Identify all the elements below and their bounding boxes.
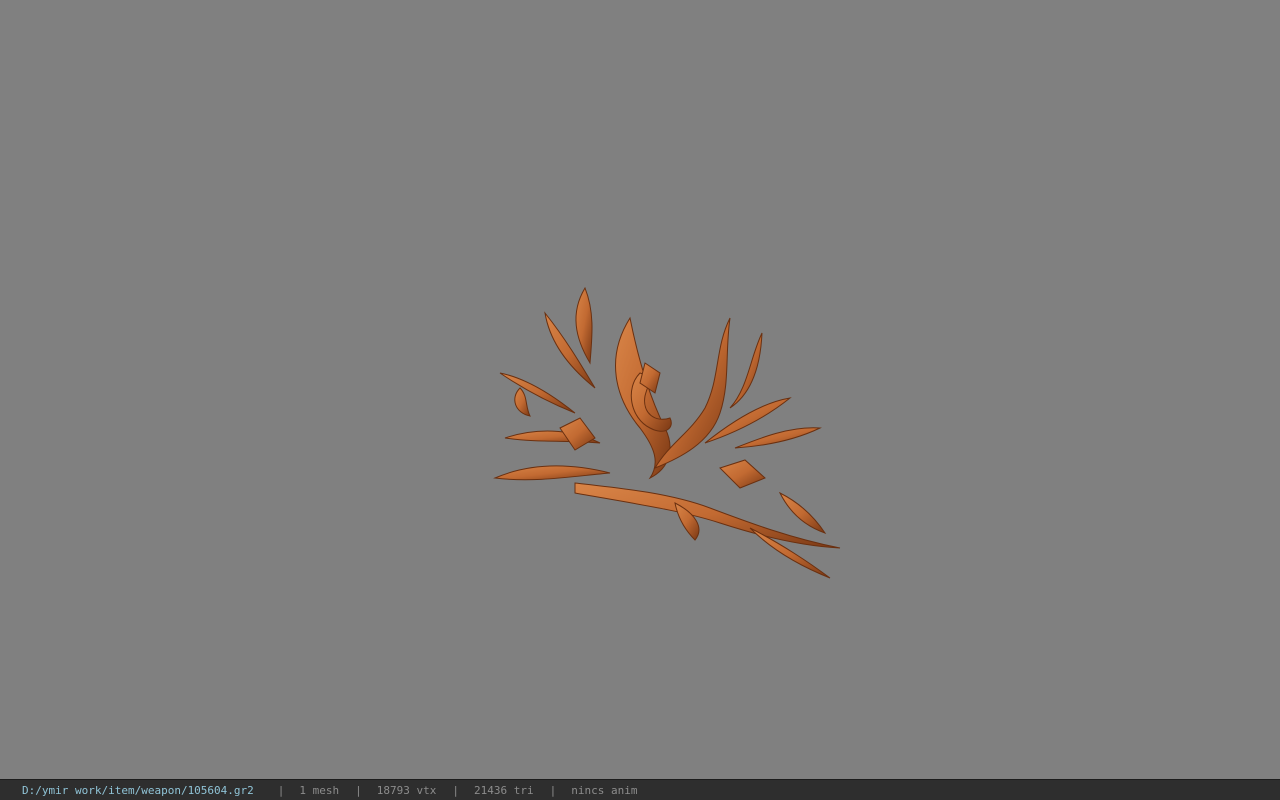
model-left-frond (499, 372, 576, 414)
model-preview[interactable] (480, 278, 860, 583)
triangle-count: 21436 tri (474, 783, 534, 797)
model-left-crest (575, 286, 593, 365)
status-separator: | (549, 783, 557, 797)
model-lower-right-tail (778, 491, 827, 534)
status-separator: | (277, 783, 285, 797)
model-right-leaf (734, 427, 822, 449)
model-diamond-left (559, 417, 596, 451)
animation-status: nincs anim (571, 783, 638, 797)
file-path: D:/ymir work/item/weapon/105604.gr2 (22, 783, 254, 797)
model-right-spike (729, 332, 763, 409)
status-separator: | (355, 783, 362, 797)
3d-viewport[interactable] (0, 0, 1280, 779)
model-diamond-right (719, 459, 766, 489)
model-left-curl (514, 387, 531, 417)
status-separator: | (452, 783, 460, 797)
status-bar: D:/ymir work/item/weapon/105604.gr2 | 1 … (0, 779, 1280, 800)
mesh-count: 1 mesh (299, 783, 340, 797)
vertex-count: 18793 vtx (376, 783, 437, 797)
model-left-lower-frond (493, 465, 611, 481)
